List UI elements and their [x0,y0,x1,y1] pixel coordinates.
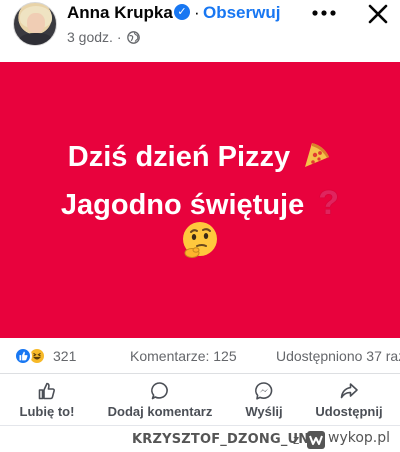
avatar-face [27,13,45,33]
reactions-count[interactable]: 321 [53,348,76,364]
post-image-banner[interactable]: Dziś dzień Pizzy Jagodno świętuje ? [0,62,400,338]
post-meta: 3 godz. · [67,29,141,45]
like-label: Lubię to! [19,404,75,419]
thumbs-up-icon [38,382,55,400]
footer-username[interactable]: KRZYSZTOF_DZONG_UN [132,432,309,447]
post-header: Anna Krupka ✓ · Obserwuj 3 godz. · [0,0,400,62]
send-button[interactable]: Wyślij [236,375,292,425]
more-options-icon[interactable] [312,6,336,20]
footer-separator: z [293,432,300,447]
share-arrow-icon [340,383,358,399]
source-footer: KRZYSZTOF_DZONG_UN z wykop.pl [0,425,400,452]
post-actions-bar: Lubię to! Dodaj komentarz Wyślij Udostęp… [0,375,400,425]
banner-text-2: Jagodno świętuje [60,189,305,221]
question-mark-icon: ? [318,184,340,222]
pizza-icon [305,143,330,167]
banner-text-1: Dziś dzień Pizzy [67,141,291,173]
messenger-icon [255,382,273,400]
thinking-face-icon [183,222,217,258]
follow-button[interactable]: Obserwuj [203,3,280,23]
share-label: Udostępnij [315,404,383,419]
banner-line-2: Jagodno świętuje ? [0,184,400,223]
share-button[interactable]: Udostępnij [306,375,392,425]
post-stats-bar: 321 Komentarze: 125 Udostępniono 37 razy [0,338,400,374]
author-name[interactable]: Anna Krupka [67,3,173,23]
header-separator: · [194,3,200,22]
verified-badge-icon: ✓ [174,4,190,20]
author-avatar[interactable] [13,2,57,46]
comments-count[interactable]: Komentarze: 125 [130,348,237,364]
comment-bubble-icon [151,382,168,400]
send-label: Wyślij [245,404,283,419]
banner-line-1: Dziś dzień Pizzy [0,140,400,174]
like-button[interactable]: Lubię to! [12,375,82,425]
post-time[interactable]: 3 godz. [67,29,113,45]
shares-count[interactable]: Udostępniono 37 razy [276,348,400,364]
footer-site[interactable]: wykop.pl [328,430,390,446]
close-icon[interactable] [366,2,390,26]
wykop-logo-icon[interactable] [307,431,325,449]
avatar-body [18,33,54,45]
like-reaction-icon[interactable] [14,347,32,365]
comment-button[interactable]: Dodaj komentarz [98,375,222,425]
globe-icon [127,31,141,44]
meta-separator: · [116,29,122,45]
comment-label: Dodaj komentarz [107,404,213,419]
